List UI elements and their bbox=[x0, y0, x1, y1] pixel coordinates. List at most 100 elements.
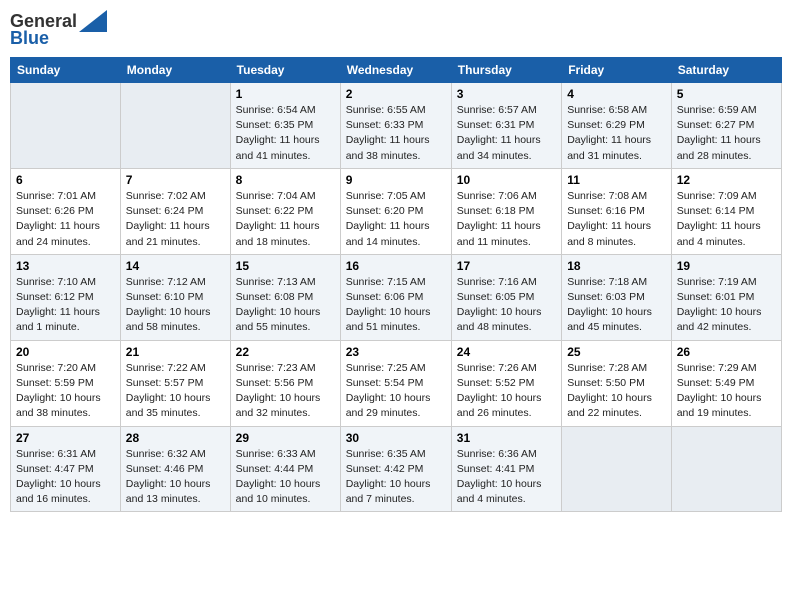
day-number: 26 bbox=[677, 345, 776, 359]
calendar-cell: 1 Sunrise: 6:54 AM Sunset: 6:35 PM Daylig… bbox=[230, 83, 340, 169]
calendar-cell: 2 Sunrise: 6:55 AM Sunset: 6:33 PM Daylig… bbox=[340, 83, 451, 169]
day-number: 22 bbox=[236, 345, 335, 359]
day-info: Sunrise: 6:57 AM Sunset: 6:31 PM Dayligh… bbox=[457, 103, 556, 164]
calendar-cell: 24Sunrise: 7:26 AM Sunset: 5:52 PM Dayli… bbox=[451, 340, 561, 426]
day-number: 11 bbox=[567, 173, 666, 187]
day-number: 8 bbox=[236, 173, 335, 187]
day-info: Sunrise: 7:08 AM Sunset: 6:16 PM Dayligh… bbox=[567, 189, 666, 250]
day-info: Sunrise: 7:29 AM Sunset: 5:49 PM Dayligh… bbox=[677, 361, 776, 422]
calendar-week-5: 27 Sunrise: 6:31 AM Sunset: 4:47 PM Dayli… bbox=[11, 426, 782, 512]
day-number: 25 bbox=[567, 345, 666, 359]
day-number: 27 bbox=[16, 431, 115, 445]
calendar-cell: 7 Sunrise: 7:02 AM Sunset: 6:24 PM Daylig… bbox=[120, 168, 230, 254]
calendar-cell bbox=[120, 83, 230, 169]
day-number: 3 bbox=[457, 87, 556, 101]
day-info: Sunrise: 7:02 AM Sunset: 6:24 PM Dayligh… bbox=[126, 189, 225, 250]
calendar-cell: 29 Sunrise: 6:33 AM Sunset: 4:44 PM Dayli… bbox=[230, 426, 340, 512]
calendar-cell: 16 Sunrise: 7:15 AM Sunset: 6:06 PM Dayli… bbox=[340, 254, 451, 340]
calendar-week-1: 1 Sunrise: 6:54 AM Sunset: 6:35 PM Daylig… bbox=[11, 83, 782, 169]
day-number: 1 bbox=[236, 87, 335, 101]
day-info: Sunrise: 6:55 AM Sunset: 6:33 PM Dayligh… bbox=[346, 103, 446, 164]
day-number: 6 bbox=[16, 173, 115, 187]
day-number: 29 bbox=[236, 431, 335, 445]
weekday-header-saturday: Saturday bbox=[671, 58, 781, 83]
day-info: Sunrise: 6:33 AM Sunset: 4:44 PM Dayligh… bbox=[236, 447, 335, 508]
weekday-header-sunday: Sunday bbox=[11, 58, 121, 83]
calendar-cell: 4 Sunrise: 6:58 AM Sunset: 6:29 PM Daylig… bbox=[562, 83, 672, 169]
day-number: 28 bbox=[126, 431, 225, 445]
calendar-cell: 14Sunrise: 7:12 AM Sunset: 6:10 PM Dayli… bbox=[120, 254, 230, 340]
weekday-header-friday: Friday bbox=[562, 58, 672, 83]
calendar-cell: 17Sunrise: 7:16 AM Sunset: 6:05 PM Dayli… bbox=[451, 254, 561, 340]
day-number: 12 bbox=[677, 173, 776, 187]
day-number: 23 bbox=[346, 345, 446, 359]
day-info: Sunrise: 7:25 AM Sunset: 5:54 PM Dayligh… bbox=[346, 361, 446, 422]
calendar-cell: 23 Sunrise: 7:25 AM Sunset: 5:54 PM Dayli… bbox=[340, 340, 451, 426]
day-info: Sunrise: 7:10 AM Sunset: 6:12 PM Dayligh… bbox=[16, 275, 115, 336]
calendar-cell bbox=[11, 83, 121, 169]
weekday-header-wednesday: Wednesday bbox=[340, 58, 451, 83]
calendar-cell: 15 Sunrise: 7:13 AM Sunset: 6:08 PM Dayli… bbox=[230, 254, 340, 340]
calendar-cell: 5 Sunrise: 6:59 AM Sunset: 6:27 PM Daylig… bbox=[671, 83, 781, 169]
day-number: 10 bbox=[457, 173, 556, 187]
calendar-cell: 28Sunrise: 6:32 AM Sunset: 4:46 PM Dayli… bbox=[120, 426, 230, 512]
day-number: 5 bbox=[677, 87, 776, 101]
calendar-cell: 12 Sunrise: 7:09 AM Sunset: 6:14 PM Dayli… bbox=[671, 168, 781, 254]
logo: General Blue bbox=[10, 10, 107, 49]
day-number: 7 bbox=[126, 173, 225, 187]
logo-blue: Blue bbox=[10, 28, 49, 49]
calendar-week-2: 6Sunrise: 7:01 AM Sunset: 6:26 PM Daylig… bbox=[11, 168, 782, 254]
calendar-cell: 31 Sunrise: 6:36 AM Sunset: 4:41 PM Dayli… bbox=[451, 426, 561, 512]
calendar-week-4: 20 Sunrise: 7:20 AM Sunset: 5:59 PM Dayli… bbox=[11, 340, 782, 426]
day-number: 13 bbox=[16, 259, 115, 273]
day-info: Sunrise: 7:06 AM Sunset: 6:18 PM Dayligh… bbox=[457, 189, 556, 250]
day-info: Sunrise: 6:58 AM Sunset: 6:29 PM Dayligh… bbox=[567, 103, 666, 164]
day-number: 31 bbox=[457, 431, 556, 445]
day-info: Sunrise: 7:22 AM Sunset: 5:57 PM Dayligh… bbox=[126, 361, 225, 422]
day-info: Sunrise: 7:09 AM Sunset: 6:14 PM Dayligh… bbox=[677, 189, 776, 250]
calendar-cell: 18Sunrise: 7:18 AM Sunset: 6:03 PM Dayli… bbox=[562, 254, 672, 340]
calendar-cell: 9Sunrise: 7:05 AM Sunset: 6:20 PM Daylig… bbox=[340, 168, 451, 254]
weekday-header-tuesday: Tuesday bbox=[230, 58, 340, 83]
day-info: Sunrise: 7:20 AM Sunset: 5:59 PM Dayligh… bbox=[16, 361, 115, 422]
day-number: 16 bbox=[346, 259, 446, 273]
day-info: Sunrise: 7:28 AM Sunset: 5:50 PM Dayligh… bbox=[567, 361, 666, 422]
day-number: 20 bbox=[16, 345, 115, 359]
day-info: Sunrise: 6:59 AM Sunset: 6:27 PM Dayligh… bbox=[677, 103, 776, 164]
calendar-cell: 22 Sunrise: 7:23 AM Sunset: 5:56 PM Dayli… bbox=[230, 340, 340, 426]
day-info: Sunrise: 7:13 AM Sunset: 6:08 PM Dayligh… bbox=[236, 275, 335, 336]
day-number: 15 bbox=[236, 259, 335, 273]
day-info: Sunrise: 7:04 AM Sunset: 6:22 PM Dayligh… bbox=[236, 189, 335, 250]
calendar-cell: 20 Sunrise: 7:20 AM Sunset: 5:59 PM Dayli… bbox=[11, 340, 121, 426]
page-header: General Blue bbox=[10, 10, 782, 49]
day-info: Sunrise: 6:35 AM Sunset: 4:42 PM Dayligh… bbox=[346, 447, 446, 508]
logo-icon bbox=[79, 10, 107, 32]
day-info: Sunrise: 7:05 AM Sunset: 6:20 PM Dayligh… bbox=[346, 189, 446, 250]
weekday-header-monday: Monday bbox=[120, 58, 230, 83]
day-number: 2 bbox=[346, 87, 446, 101]
calendar-week-3: 13 Sunrise: 7:10 AM Sunset: 6:12 PM Dayli… bbox=[11, 254, 782, 340]
calendar-cell bbox=[671, 426, 781, 512]
calendar-cell: 8 Sunrise: 7:04 AM Sunset: 6:22 PM Daylig… bbox=[230, 168, 340, 254]
day-info: Sunrise: 7:23 AM Sunset: 5:56 PM Dayligh… bbox=[236, 361, 335, 422]
weekday-header-row: SundayMondayTuesdayWednesdayThursdayFrid… bbox=[11, 58, 782, 83]
day-info: Sunrise: 6:31 AM Sunset: 4:47 PM Dayligh… bbox=[16, 447, 115, 508]
weekday-header-thursday: Thursday bbox=[451, 58, 561, 83]
calendar-table: SundayMondayTuesdayWednesdayThursdayFrid… bbox=[10, 57, 782, 512]
calendar-cell: 26 Sunrise: 7:29 AM Sunset: 5:49 PM Dayli… bbox=[671, 340, 781, 426]
calendar-cell: 21 Sunrise: 7:22 AM Sunset: 5:57 PM Dayli… bbox=[120, 340, 230, 426]
day-info: Sunrise: 7:19 AM Sunset: 6:01 PM Dayligh… bbox=[677, 275, 776, 336]
day-number: 30 bbox=[346, 431, 446, 445]
calendar-cell: 30 Sunrise: 6:35 AM Sunset: 4:42 PM Dayli… bbox=[340, 426, 451, 512]
day-number: 19 bbox=[677, 259, 776, 273]
day-info: Sunrise: 7:15 AM Sunset: 6:06 PM Dayligh… bbox=[346, 275, 446, 336]
day-info: Sunrise: 6:36 AM Sunset: 4:41 PM Dayligh… bbox=[457, 447, 556, 508]
day-info: Sunrise: 6:54 AM Sunset: 6:35 PM Dayligh… bbox=[236, 103, 335, 164]
calendar-cell: 6Sunrise: 7:01 AM Sunset: 6:26 PM Daylig… bbox=[11, 168, 121, 254]
day-number: 21 bbox=[126, 345, 225, 359]
calendar-cell: 11 Sunrise: 7:08 AM Sunset: 6:16 PM Dayli… bbox=[562, 168, 672, 254]
calendar-cell: 27 Sunrise: 6:31 AM Sunset: 4:47 PM Dayli… bbox=[11, 426, 121, 512]
day-number: 4 bbox=[567, 87, 666, 101]
day-info: Sunrise: 7:16 AM Sunset: 6:05 PM Dayligh… bbox=[457, 275, 556, 336]
day-info: Sunrise: 7:12 AM Sunset: 6:10 PM Dayligh… bbox=[126, 275, 225, 336]
